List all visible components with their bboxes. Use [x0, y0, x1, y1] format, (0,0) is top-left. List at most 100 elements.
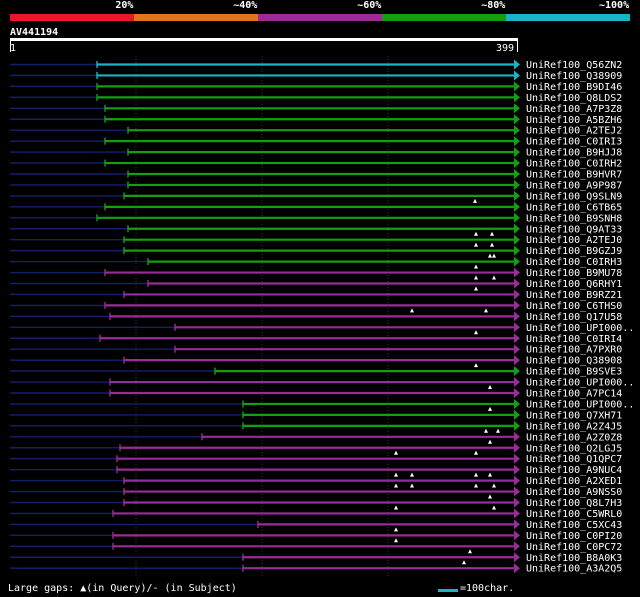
- hit-label: UniRef100_B9SVE3: [526, 367, 622, 378]
- gap-marker: [496, 428, 500, 433]
- alignment-hits-chart: UniRef100_Q56ZN2UniRef100_Q38909UniRef10…: [10, 56, 634, 578]
- gap-marker: [492, 253, 496, 258]
- hit-arrow: [514, 420, 520, 431]
- gap-marker: [474, 483, 478, 488]
- hit-arrow: [514, 267, 520, 278]
- gap-marker: [492, 275, 496, 280]
- hit-arrow: [514, 81, 520, 92]
- hit-arrow: [514, 409, 520, 420]
- gap-marker: [410, 472, 414, 477]
- hit-row[interactable]: UniRef100_B9SNH8: [10, 212, 622, 225]
- hit-arrow: [514, 431, 520, 442]
- hit-label: UniRef100_C0IRI4: [526, 334, 622, 345]
- hit-row[interactable]: UniRef100_A2TEJ2: [10, 125, 622, 137]
- scale-label: =100char.: [460, 583, 515, 594]
- hit-row[interactable]: UniRef100_UPI000..: [10, 322, 634, 334]
- hit-label: UniRef100_B9HVR7: [526, 170, 622, 181]
- hit-arrow: [514, 223, 520, 234]
- hit-label: UniRef100_A2TEJ2: [526, 126, 622, 137]
- hit-label: UniRef100_Q7XH71: [526, 410, 622, 421]
- scale-swatch: [438, 589, 458, 592]
- hit-row[interactable]: UniRef100_B9HJJ8: [10, 147, 622, 159]
- hit-row[interactable]: UniRef100_Q9SLN9: [10, 190, 622, 203]
- hit-arrow: [514, 311, 520, 322]
- hit-row[interactable]: UniRef100_Q8LDS2: [10, 92, 622, 104]
- hit-arrow: [514, 508, 520, 519]
- hit-label: UniRef100_C0PI20: [526, 531, 622, 542]
- gap-marker: [492, 483, 496, 488]
- gap-marker: [474, 450, 478, 455]
- gap-marker: [488, 253, 492, 258]
- hit-label: UniRef100_C0IRH3: [526, 257, 622, 268]
- hit-row[interactable]: UniRef100_C0IRH2: [10, 158, 622, 170]
- hit-arrow: [514, 366, 520, 377]
- hit-label: UniRef100_Q2LGJ5: [526, 443, 622, 454]
- hit-arrow: [514, 256, 520, 267]
- hit-row[interactable]: UniRef100_Q38908: [10, 355, 622, 367]
- hit-row[interactable]: UniRef100_B9HVR7: [10, 169, 622, 181]
- hit-arrow: [514, 355, 520, 366]
- hit-row[interactable]: UniRef100_Q56ZN2: [10, 59, 622, 72]
- gap-marker: [488, 472, 492, 477]
- gap-marker: [488, 439, 492, 444]
- hit-row[interactable]: UniRef100_UPI000..: [10, 398, 634, 411]
- hit-arrow: [514, 190, 520, 201]
- hit-label: UniRef100_B9MU78: [526, 268, 622, 279]
- hit-label: UniRef100_Q8LDS2: [526, 93, 622, 104]
- gap-marker: [488, 494, 492, 499]
- hit-arrow: [514, 475, 520, 486]
- hit-row[interactable]: UniRef100_A7P3Z8: [10, 103, 622, 115]
- hit-label: UniRef100_A2Z4J5: [526, 421, 622, 432]
- hit-arrow: [514, 530, 520, 541]
- gap-marker: [394, 483, 398, 488]
- gap-marker: [488, 385, 492, 389]
- hit-row[interactable]: UniRef100_C5XC43: [10, 519, 622, 531]
- gap-marker: [394, 450, 398, 455]
- gap-marker: [490, 231, 494, 236]
- hit-arrow: [514, 158, 520, 169]
- hit-row[interactable]: UniRef100_A2Z4J5: [10, 420, 622, 433]
- hit-label: UniRef100_A2Z0Z8: [526, 432, 622, 443]
- hit-row[interactable]: UniRef100_A9P987: [10, 179, 622, 192]
- gap-marker: [484, 428, 488, 433]
- hit-arrow: [514, 563, 520, 574]
- gap-marker: [490, 242, 494, 247]
- hit-label: UniRef100_Q9SLN9: [526, 191, 622, 202]
- hit-label: UniRef100_B9SNH8: [526, 213, 622, 224]
- hit-row[interactable]: UniRef100_A9NUC4: [10, 464, 622, 477]
- hit-arrow: [514, 442, 520, 453]
- gap-marker: [474, 264, 478, 269]
- hit-row[interactable]: UniRef100_Q9AT33: [10, 223, 622, 236]
- hit-arrow: [514, 212, 520, 223]
- hit-label: UniRef100_C6TB65: [526, 202, 622, 213]
- hit-label: UniRef100_A9NUC4: [526, 465, 622, 476]
- hit-label: UniRef100_B9DI46: [526, 82, 622, 93]
- large-gaps-legend: Large gaps: ▲(in Query)/- (in Subject): [8, 583, 237, 594]
- hit-label: UniRef100_UPI000..: [526, 399, 634, 410]
- hit-arrow: [514, 234, 520, 245]
- hit-arrow: [514, 278, 520, 289]
- hit-arrow: [514, 59, 520, 70]
- hit-arrow: [514, 322, 520, 333]
- hit-label: UniRef100_A7PXR0: [526, 345, 622, 356]
- hit-row[interactable]: UniRef100_A5BZH6: [10, 114, 622, 126]
- hit-arrow: [514, 169, 520, 179]
- hit-label: UniRef100_B9GZJ9: [526, 246, 622, 257]
- hit-row[interactable]: UniRef100_B9DI46: [10, 81, 622, 93]
- hit-row[interactable]: UniRef100_C0IRI3: [10, 136, 622, 148]
- hit-arrow: [514, 114, 520, 125]
- hit-label: UniRef100_Q38909: [526, 71, 622, 82]
- hit-row[interactable]: UniRef100_A7PXR0: [10, 344, 622, 356]
- hit-row[interactable]: UniRef100_UPI000..: [10, 377, 634, 389]
- hit-label: UniRef100_Q8L7H3: [526, 498, 622, 509]
- hit-label: UniRef100_A5BZH6: [526, 115, 622, 126]
- hit-row[interactable]: UniRef100_Q38909: [10, 70, 622, 82]
- gap-marker: [488, 406, 492, 411]
- hit-arrow: [514, 453, 520, 464]
- hit-row[interactable]: UniRef100_C6THS0: [10, 300, 622, 312]
- hit-label: UniRef100_C0PC72: [526, 542, 622, 553]
- gap-marker: [394, 538, 398, 543]
- hit-arrow: [514, 92, 520, 103]
- hit-arrow: [514, 201, 520, 212]
- hit-arrow: [514, 300, 520, 311]
